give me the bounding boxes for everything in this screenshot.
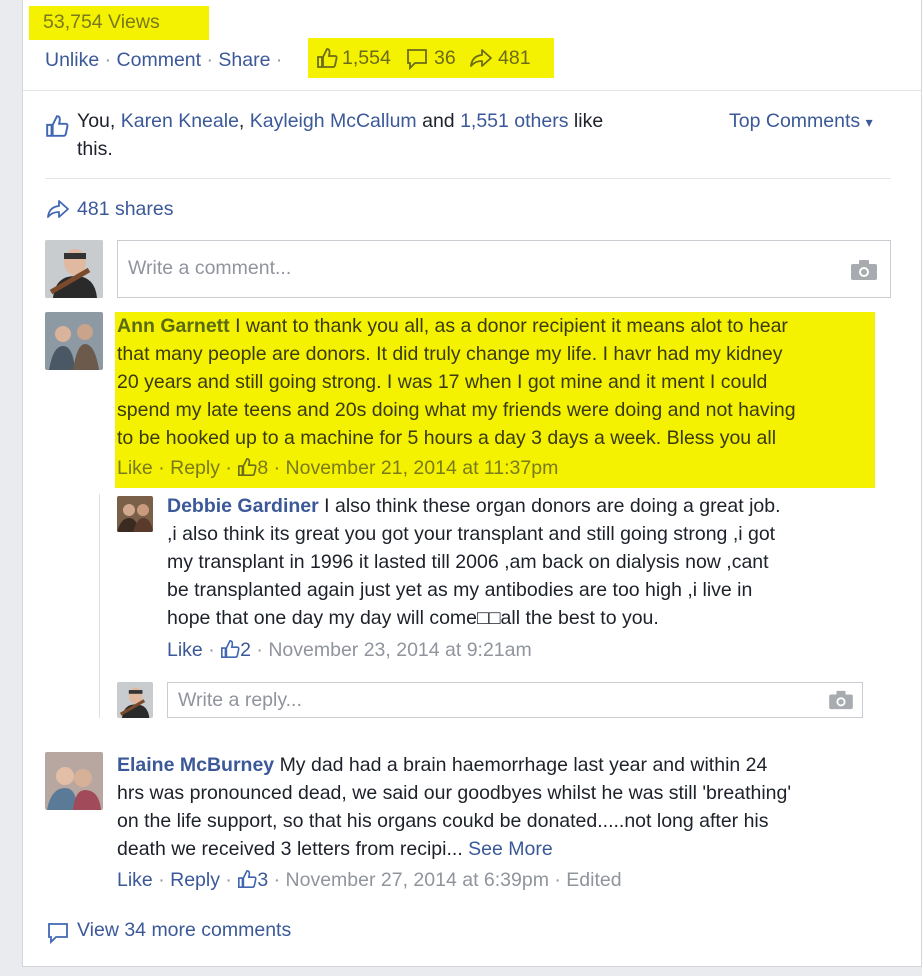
reply-line: I also think these organ donors are doin…	[324, 495, 781, 517]
commenter-avatar[interactable]	[45, 752, 103, 810]
commenter-avatar[interactable]	[45, 312, 103, 370]
comment-line: on the life support, so that his organs …	[117, 810, 769, 832]
divider	[45, 178, 891, 179]
thumbs-up-icon	[237, 457, 257, 477]
comment-line: My dad had a brain haemorrhage last year…	[279, 754, 768, 776]
separator-dot: ·	[275, 49, 283, 71]
edited-label[interactable]: Edited	[566, 869, 621, 891]
reply-timestamp[interactable]: November 23, 2014 at 9:21am	[268, 639, 531, 661]
liker-link[interactable]: Karen Kneale	[121, 110, 239, 132]
see-more-link[interactable]: See More	[468, 838, 553, 860]
comments-count[interactable]: 36	[434, 44, 456, 72]
comment-author[interactable]: Elaine McBurney	[117, 754, 274, 776]
thumbs-up-icon	[237, 869, 257, 889]
comment-author[interactable]: Ann Garnett	[117, 315, 230, 337]
comment-line: death we received 3 letters from recipi.…	[117, 838, 463, 860]
likes-and: and	[422, 110, 455, 132]
share-arrow-icon	[45, 198, 71, 220]
likes-summary: You, Karen Kneale, Kayleigh McCallum and…	[77, 107, 677, 163]
reply-author[interactable]: Debbie Gardiner	[167, 495, 319, 517]
separator-dot: ·	[104, 49, 112, 71]
shares-link[interactable]: 481 shares	[77, 195, 173, 223]
comment-actions: Like · Reply · 3 · November 27, 2014 at …	[117, 869, 622, 891]
counts-highlight: 1,554 36 481	[308, 38, 554, 78]
reply-actions: Like · 2 · November 23, 2014 at 9:21am	[167, 639, 532, 661]
comment-line: I want to thank you all, as a donor reci…	[235, 315, 788, 337]
comment-line: to be hooked up to a machine for 5 hours…	[117, 427, 777, 449]
reply-like-button[interactable]: Like	[167, 639, 203, 661]
likes-like: like	[573, 110, 604, 132]
thumbs-up-icon	[316, 47, 338, 69]
liker-link[interactable]: Kayleigh McCallum	[250, 110, 417, 132]
reply-input[interactable]: Write a reply...	[167, 682, 863, 718]
comment-likes-count[interactable]: 3	[257, 869, 268, 891]
comment-body: Elaine McBurney My dad had a brain haemo…	[117, 751, 897, 863]
reply-line: be transplanted again just yet as my ant…	[167, 579, 753, 601]
views-count: 53,754 Views	[43, 11, 160, 33]
others-link[interactable]: 1,551 others	[460, 110, 568, 132]
views-highlight: 53,754 Views	[29, 6, 209, 40]
likes-you: You,	[77, 110, 116, 132]
comment-body: Ann Garnett I want to thank you all, as …	[117, 312, 873, 452]
comment-line: spend my late teens and 20s doing what m…	[117, 399, 796, 421]
post-card: 53,754 Views Unlike · Comment · Share · …	[22, 0, 922, 967]
comment-placeholder: Write a comment...	[128, 257, 292, 279]
reply-thread-line	[99, 494, 100, 718]
comment-bubble-icon	[47, 922, 69, 944]
comment-timestamp[interactable]: November 27, 2014 at 6:39pm	[286, 869, 549, 891]
comment-reply-button[interactable]: Reply	[170, 869, 220, 891]
reply-likes-count[interactable]: 2	[240, 639, 251, 661]
comment-likes-count[interactable]: 8	[257, 457, 268, 479]
comment-line: hrs was pronounced dead, we said our goo…	[117, 782, 792, 804]
post-actions: Unlike · Comment · Share ·	[45, 46, 282, 74]
current-user-avatar	[117, 682, 153, 718]
top-comments-dropdown[interactable]: Top Comments ▾	[729, 107, 873, 136]
unlike-button[interactable]: Unlike	[45, 49, 99, 71]
comment-actions: Like · Reply · 8 · November 21, 2014 at …	[117, 457, 559, 479]
thumbs-up-icon	[220, 639, 240, 659]
camera-icon[interactable]	[850, 259, 878, 281]
reply-line: ,i also think its great you got your tra…	[167, 523, 776, 545]
shares-count[interactable]: 481	[498, 44, 531, 72]
share-arrow-icon	[468, 47, 494, 69]
view-more-comments-link[interactable]: View 34 more comments	[77, 916, 291, 944]
comment-timestamp[interactable]: November 21, 2014 at 11:37pm	[286, 457, 559, 479]
likes-comma: ,	[238, 110, 245, 132]
likes-count[interactable]: 1,554	[342, 44, 391, 72]
comment-button[interactable]: Comment	[117, 49, 202, 71]
reply-body: Debbie Gardiner I also think these organ…	[167, 492, 887, 632]
reply-line: my transplant in 1996 it lasted till 200…	[167, 551, 769, 573]
camera-icon[interactable]	[828, 690, 854, 710]
replier-avatar[interactable]	[117, 496, 153, 532]
comment-reply-button[interactable]: Reply	[170, 457, 220, 479]
reply-placeholder: Write a reply...	[178, 689, 302, 711]
comment-line: that many people are donors. It did trul…	[117, 343, 783, 365]
top-comments-label: Top Comments	[729, 110, 861, 132]
comment-input[interactable]: Write a comment...	[117, 240, 891, 298]
current-user-avatar	[45, 240, 103, 298]
divider	[23, 90, 921, 91]
chevron-down-icon: ▾	[865, 114, 873, 130]
share-button[interactable]: Share	[218, 49, 270, 71]
separator-dot: ·	[206, 49, 213, 71]
thumbs-up-icon	[45, 114, 69, 138]
comment-highlight: Ann Garnett I want to thank you all, as …	[115, 312, 875, 488]
comment-like-button[interactable]: Like	[117, 457, 153, 479]
comment-line: 20 years and still going strong. I was 1…	[117, 371, 768, 393]
reply-line: hope that one day my day will come□□all …	[167, 607, 659, 629]
comment-bubble-icon	[406, 48, 428, 70]
likes-this: this.	[77, 138, 113, 160]
comment-like-button[interactable]: Like	[117, 869, 153, 891]
